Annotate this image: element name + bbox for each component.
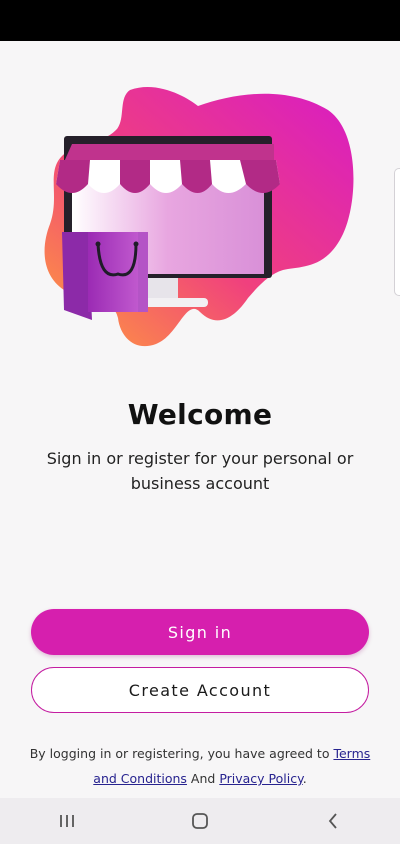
legal-notice: By logging in or registering, you have a… bbox=[24, 741, 376, 791]
recent-apps-icon[interactable] bbox=[37, 798, 97, 844]
edge-panel-handle[interactable] bbox=[394, 168, 400, 296]
home-icon[interactable] bbox=[170, 798, 230, 844]
storefront-illustration bbox=[44, 87, 354, 347]
system-navigation-bar bbox=[0, 798, 400, 844]
create-account-button[interactable]: Create Account bbox=[31, 667, 369, 713]
status-bar bbox=[0, 0, 400, 41]
create-account-button-label: Create Account bbox=[128, 680, 272, 700]
legal-suffix: . bbox=[302, 771, 307, 786]
sign-in-button-label: Sign in bbox=[167, 622, 233, 642]
welcome-subtitle: Sign in or register for your personal or… bbox=[46, 449, 354, 493]
welcome-title: Welcome bbox=[127, 398, 273, 431]
legal-prefix: By logging in or registering, you have a… bbox=[29, 746, 334, 761]
sign-in-button[interactable]: Sign in bbox=[31, 609, 369, 655]
legal-middle: And bbox=[186, 771, 220, 786]
back-icon[interactable] bbox=[303, 798, 363, 844]
privacy-policy-link[interactable]: Privacy Policy bbox=[219, 771, 302, 786]
